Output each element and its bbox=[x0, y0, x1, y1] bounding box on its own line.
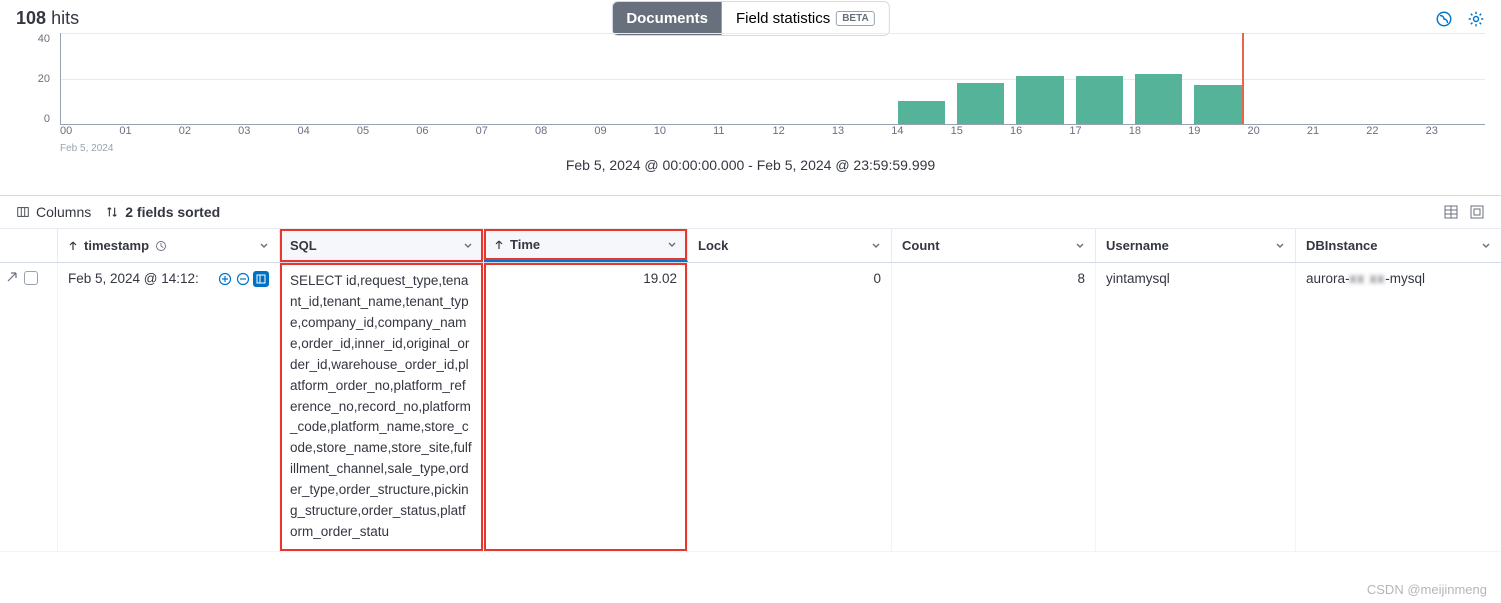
chevron-down-icon[interactable] bbox=[667, 240, 677, 250]
header-lead bbox=[0, 229, 58, 262]
chevron-down-icon[interactable] bbox=[871, 241, 881, 251]
x-axis-date: Feb 5, 2024 bbox=[60, 143, 113, 154]
expand-row-icon[interactable] bbox=[6, 271, 18, 283]
sort-asc-icon bbox=[494, 240, 504, 250]
tab-field-statistics[interactable]: Field statistics BETA bbox=[722, 2, 889, 35]
table-row[interactable]: Feb 5, 2024 @ 14:12: SELECT id,request_t… bbox=[0, 263, 1501, 552]
cell-dbinstance: aurora-xx xx-mysql bbox=[1296, 263, 1501, 551]
view-mode-tabs: Documents Field statistics BETA bbox=[611, 1, 889, 36]
cell-timestamp: Feb 5, 2024 @ 14:12: bbox=[58, 263, 280, 551]
x-axis: 0001020304050607080910111213141516171819… bbox=[60, 125, 1485, 143]
time-range-label: Feb 5, 2024 @ 00:00:00.000 - Feb 5, 2024… bbox=[16, 143, 1485, 181]
clock-icon bbox=[155, 240, 167, 252]
chevron-down-icon[interactable] bbox=[1481, 241, 1491, 251]
chevron-down-icon[interactable] bbox=[1275, 241, 1285, 251]
col-time[interactable]: Time bbox=[484, 229, 688, 262]
cell-time: 19.02 bbox=[484, 263, 688, 551]
columns-button[interactable]: Columns bbox=[16, 204, 91, 220]
settings-icon[interactable] bbox=[1467, 10, 1485, 28]
redacted-text: xx xx bbox=[1350, 271, 1386, 286]
col-dbinstance[interactable]: DBInstance bbox=[1296, 229, 1501, 262]
col-username[interactable]: Username bbox=[1096, 229, 1296, 262]
toggle-column-icon[interactable] bbox=[253, 271, 269, 287]
chevron-down-icon[interactable] bbox=[259, 241, 269, 251]
chevron-down-icon[interactable] bbox=[463, 241, 473, 251]
cell-count: 8 bbox=[892, 263, 1096, 551]
row-checkbox[interactable] bbox=[24, 271, 38, 285]
filter-in-icon[interactable] bbox=[217, 271, 233, 287]
watermark: CSDN @meijinmeng bbox=[1367, 582, 1487, 597]
fullscreen-icon[interactable] bbox=[1469, 204, 1485, 220]
cell-lock: 0 bbox=[688, 263, 892, 551]
bar-14[interactable] bbox=[898, 101, 945, 124]
beta-badge: BETA bbox=[836, 11, 874, 26]
col-sql[interactable]: SQL bbox=[280, 229, 484, 262]
bar-19[interactable] bbox=[1194, 85, 1241, 124]
sort-button[interactable]: 2 fields sorted bbox=[105, 204, 220, 220]
bar-18[interactable] bbox=[1135, 74, 1182, 124]
bar-15[interactable] bbox=[957, 83, 1004, 124]
inspect-icon[interactable] bbox=[1435, 10, 1453, 28]
bar-17[interactable] bbox=[1076, 76, 1123, 124]
sort-asc-icon bbox=[68, 241, 78, 251]
col-count[interactable]: Count bbox=[892, 229, 1096, 262]
histogram-chart[interactable]: 40 20 0 00010203040506070809101112131415… bbox=[0, 29, 1501, 185]
cell-username: yintamysql bbox=[1096, 263, 1296, 551]
tab-documents[interactable]: Documents bbox=[612, 2, 722, 35]
y-axis: 40 20 0 bbox=[16, 33, 56, 125]
col-lock[interactable]: Lock bbox=[688, 229, 892, 262]
chevron-down-icon[interactable] bbox=[1075, 241, 1085, 251]
bar-16[interactable] bbox=[1016, 76, 1063, 124]
table-toolbar: Columns 2 fields sorted bbox=[0, 196, 1501, 228]
col-timestamp[interactable]: timestamp bbox=[58, 229, 280, 262]
cell-sql: SELECT id,request_type,tenant_id,tenant_… bbox=[280, 263, 484, 551]
table-header: timestamp SQL Time Lock Count Username D… bbox=[0, 228, 1501, 263]
table-density-icon[interactable] bbox=[1443, 204, 1459, 220]
hit-count: 108 hits bbox=[16, 8, 79, 29]
filter-out-icon[interactable] bbox=[235, 271, 251, 287]
